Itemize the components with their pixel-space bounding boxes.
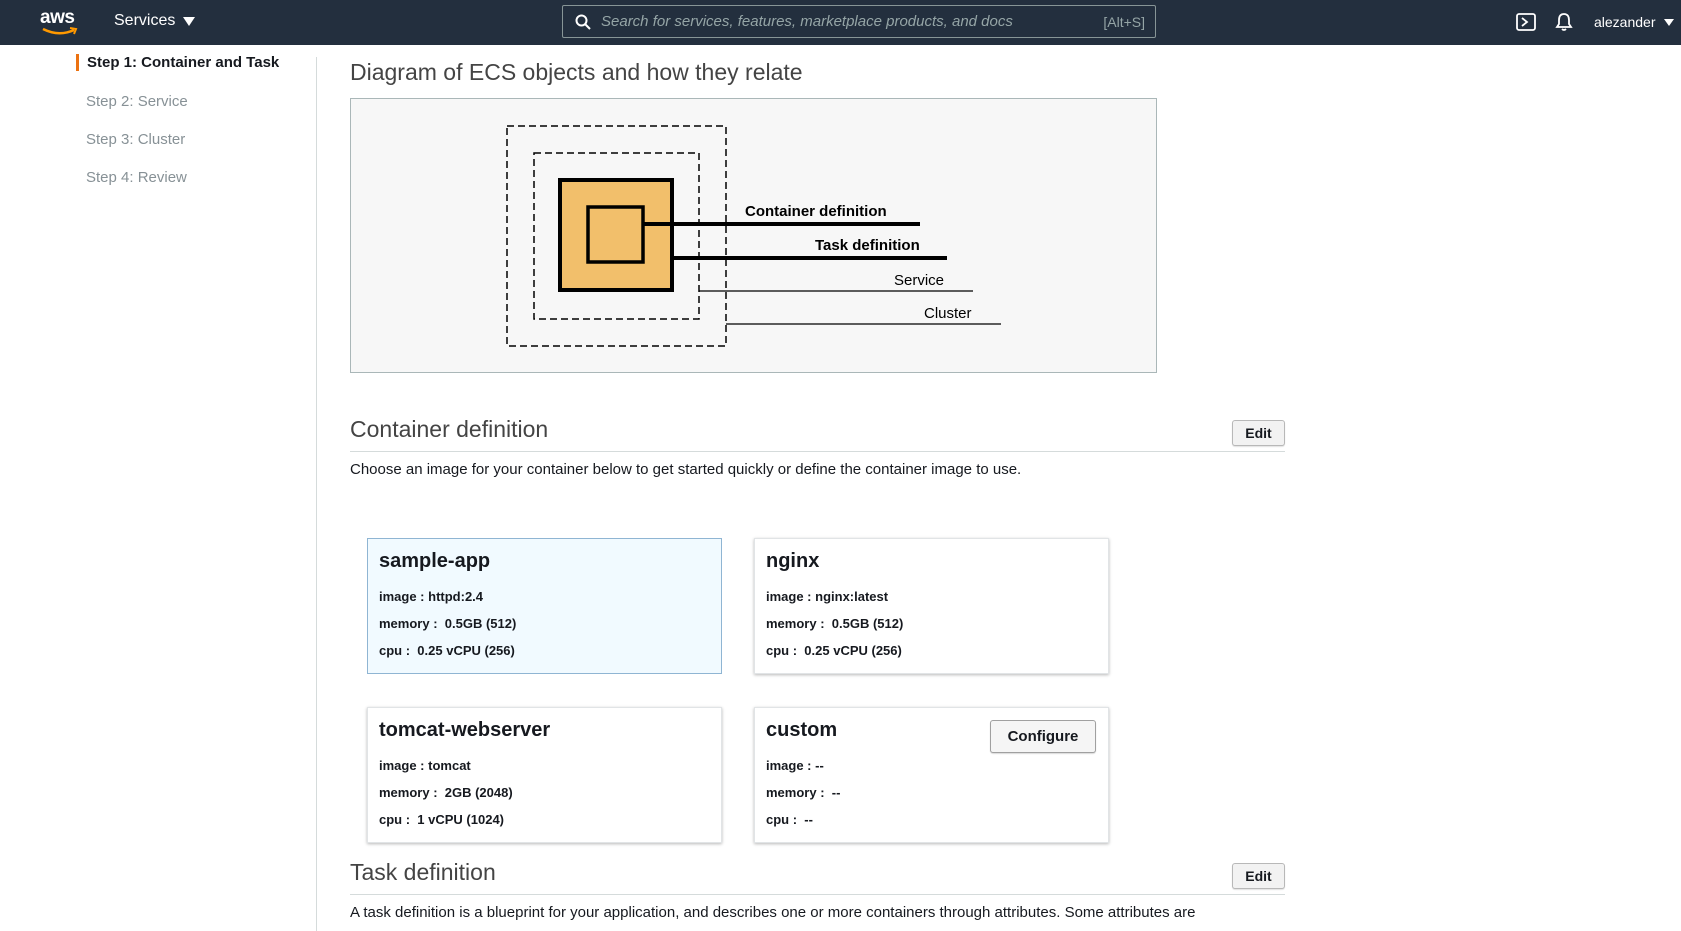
card-memory-row: memory : 0.5GB (512) [379,616,516,631]
memory-label: memory : [766,616,825,631]
aws-smile-icon [42,27,78,35]
services-label: Services [114,12,176,29]
step-review[interactable]: Step 4: Review [86,169,187,186]
memory-label: memory : [379,616,438,631]
top-nav-bar: aws Services [Alt+S] alezander [0,0,1681,45]
card-title: nginx [766,550,820,572]
card-memory-row: memory : -- [766,785,840,800]
ecs-diagram: Container definition Task definition Ser… [350,98,1157,373]
section-divider [350,451,1285,452]
services-menu[interactable]: Services [114,12,196,30]
container-card-tomcat-webserver[interactable]: tomcat-webserver image : tomcat memory :… [367,707,722,843]
bell-icon[interactable] [1555,12,1573,32]
search-input[interactable] [601,6,1071,37]
aws-logo[interactable]: aws [40,7,80,37]
label-task-definition: Task definition [815,237,920,254]
card-cpu-row: cpu : -- [766,812,813,827]
cpu-value: 0.25 vCPU (256) [417,643,515,658]
memory-label: memory : [766,785,825,800]
aws-logo-text: aws [40,7,75,28]
container-definition-edit-button[interactable]: Edit [1232,420,1285,446]
container-card-custom[interactable]: custom Configure image : -- memory : -- … [754,707,1109,843]
search-shortcut-hint: [Alt+S] [1103,14,1145,30]
cpu-label: cpu : [379,812,411,827]
memory-value: 0.5GB (512) [831,616,904,631]
memory-label: memory : [379,785,438,800]
memory-value: 2GB (2048) [444,785,513,800]
container-definition-box [586,205,645,264]
label-container-definition: Container definition [745,203,887,220]
card-cpu-row: cpu : 1 vCPU (1024) [379,812,504,827]
cpu-label: cpu : [766,643,798,658]
user-menu[interactable]: alezander [1594,14,1674,30]
image-label: image : [379,589,425,604]
card-memory-row: memory : 2GB (2048) [379,785,513,800]
card-cpu-row: cpu : 0.25 vCPU (256) [379,643,515,658]
card-memory-row: memory : 0.5GB (512) [766,616,903,631]
card-title: sample-app [379,550,491,572]
task-definition-edit-button[interactable]: Edit [1232,863,1285,889]
cpu-label: cpu : [766,812,798,827]
container-card-sample-app[interactable]: sample-app image : httpd:2.4 memory : 0.… [367,538,722,674]
card-title: custom [766,719,838,741]
image-value: tomcat [428,758,471,773]
image-value: nginx:latest [815,589,889,604]
card-cpu-row: cpu : 0.25 vCPU (256) [766,643,902,658]
cpu-label: cpu : [379,643,411,658]
label-service: Service [894,272,944,289]
memory-value: 0.5GB (512) [444,616,517,631]
ecs-diagram-svg: Container definition Task definition Ser… [506,125,1001,347]
image-label: image : [766,589,812,604]
container-card-nginx[interactable]: nginx image : nginx:latest memory : 0.5G… [754,538,1109,674]
caret-down-icon [183,16,196,26]
cpu-value: 1 vCPU (1024) [417,812,505,827]
container-definition-description: Choose an image for your container below… [350,461,1022,478]
cpu-value: -- [804,812,813,827]
card-image-row: image : tomcat [379,758,471,773]
image-label: image : [379,758,425,773]
card-title: tomcat-webserver [379,719,551,741]
step-service[interactable]: Step 2: Service [86,93,188,110]
image-value: -- [815,758,824,773]
task-definition-description: A task definition is a blueprint for you… [350,904,1196,921]
image-value: httpd:2.4 [428,589,484,604]
diagram-heading: Diagram of ECS objects and how they rela… [350,59,803,85]
image-label: image : [766,758,812,773]
cpu-value: 0.25 vCPU (256) [804,643,902,658]
label-cluster: Cluster [924,305,972,322]
caret-down-icon [1663,18,1674,26]
search-bar[interactable]: [Alt+S] [562,5,1156,38]
search-icon [575,14,591,30]
card-image-row: image : -- [766,758,824,773]
cloudshell-icon[interactable] [1516,13,1536,31]
step-container-and-task[interactable]: Step 1: Container and Task [76,54,279,71]
memory-value: -- [831,785,841,800]
container-definition-heading: Container definition [350,416,549,442]
card-image-row: image : httpd:2.4 [379,589,483,604]
section-divider [350,894,1285,895]
task-definition-heading: Task definition [350,859,496,885]
step-cluster[interactable]: Step 3: Cluster [86,131,185,148]
username-label: alezander [1594,14,1656,30]
sidebar-divider [316,57,317,931]
card-image-row: image : nginx:latest [766,589,888,604]
configure-button[interactable]: Configure [990,720,1096,753]
